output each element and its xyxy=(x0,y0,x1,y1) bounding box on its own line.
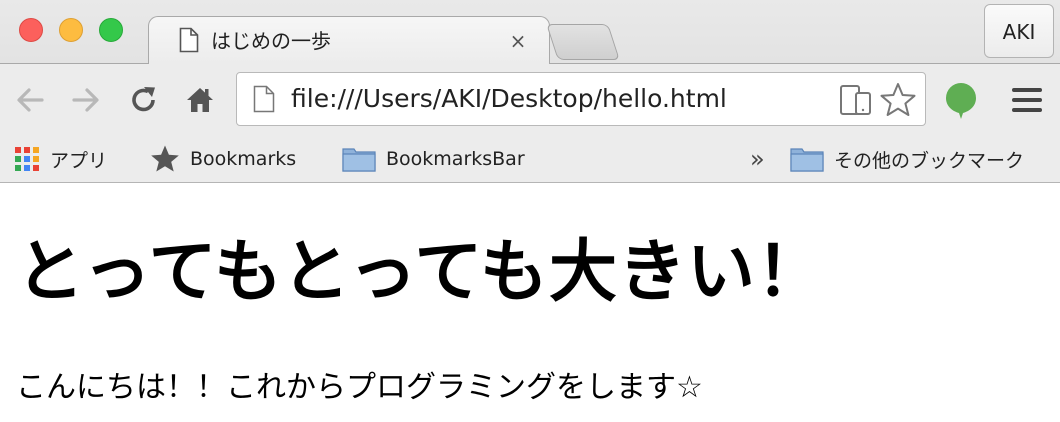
forward-arrow-icon[interactable] xyxy=(70,84,102,116)
page-content: とってもとっても大きい！ こんにちは！！これからプログラミングをします☆ xyxy=(0,183,1060,422)
page-paragraph: こんにちは！！これからプログラミングをします☆ xyxy=(16,370,703,405)
tab-title: はじめの一歩 xyxy=(211,29,331,53)
page-heading: とってもとっても大きい！ xyxy=(16,233,825,312)
toolbar: file:///Users/AKI/Desktop/hello.html xyxy=(0,64,1060,136)
folder-icon xyxy=(342,148,376,172)
bookmark-bookmarksbar[interactable]: BookmarksBar xyxy=(342,136,525,182)
url-text[interactable]: file:///Users/AKI/Desktop/hello.html xyxy=(291,84,727,114)
reload-icon[interactable] xyxy=(128,84,160,116)
tab-strip: はじめの一歩 × AKI xyxy=(0,0,1060,64)
bookmark-label: その他のブックマーク xyxy=(834,149,1025,172)
new-tab-button[interactable] xyxy=(546,24,620,60)
bookmark-label: BookmarksBar xyxy=(386,148,525,170)
back-arrow-icon[interactable] xyxy=(14,84,46,116)
tab-active[interactable]: はじめの一歩 × xyxy=(148,16,550,64)
page-icon xyxy=(253,85,275,113)
devices-icon[interactable] xyxy=(839,84,873,116)
folder-icon xyxy=(790,148,824,172)
profile-button[interactable]: AKI xyxy=(984,4,1054,58)
star-icon xyxy=(151,145,179,172)
home-icon[interactable] xyxy=(184,84,216,116)
tab-close-icon[interactable]: × xyxy=(507,27,529,55)
apps-grid-icon xyxy=(15,147,39,171)
window-close-button[interactable] xyxy=(19,18,43,42)
page-icon xyxy=(179,27,199,53)
browser-chrome: はじめの一歩 × AKI file:///Users/AKI/Desktop/h… xyxy=(0,0,1060,183)
bookmark-label: Bookmarks xyxy=(190,148,297,170)
window-maximize-button[interactable] xyxy=(99,18,123,42)
menu-icon[interactable] xyxy=(1010,86,1044,114)
bookmarks-overflow-chevron[interactable]: » xyxy=(750,142,765,176)
extension-icon[interactable] xyxy=(944,81,978,121)
bookmark-label: アプリ xyxy=(50,149,108,172)
bookmarks-bar: アプリ Bookmarks BookmarksBar » その他のブックマーク xyxy=(0,136,1060,182)
bookmark-other-folder[interactable]: その他のブックマーク xyxy=(790,136,1024,182)
bookmark-apps[interactable]: アプリ xyxy=(14,136,107,182)
window-minimize-button[interactable] xyxy=(59,18,83,42)
bookmark-star-icon[interactable] xyxy=(879,81,917,119)
bookmark-bookmarks[interactable]: Bookmarks xyxy=(150,136,296,182)
address-bar[interactable]: file:///Users/AKI/Desktop/hello.html xyxy=(236,72,926,126)
